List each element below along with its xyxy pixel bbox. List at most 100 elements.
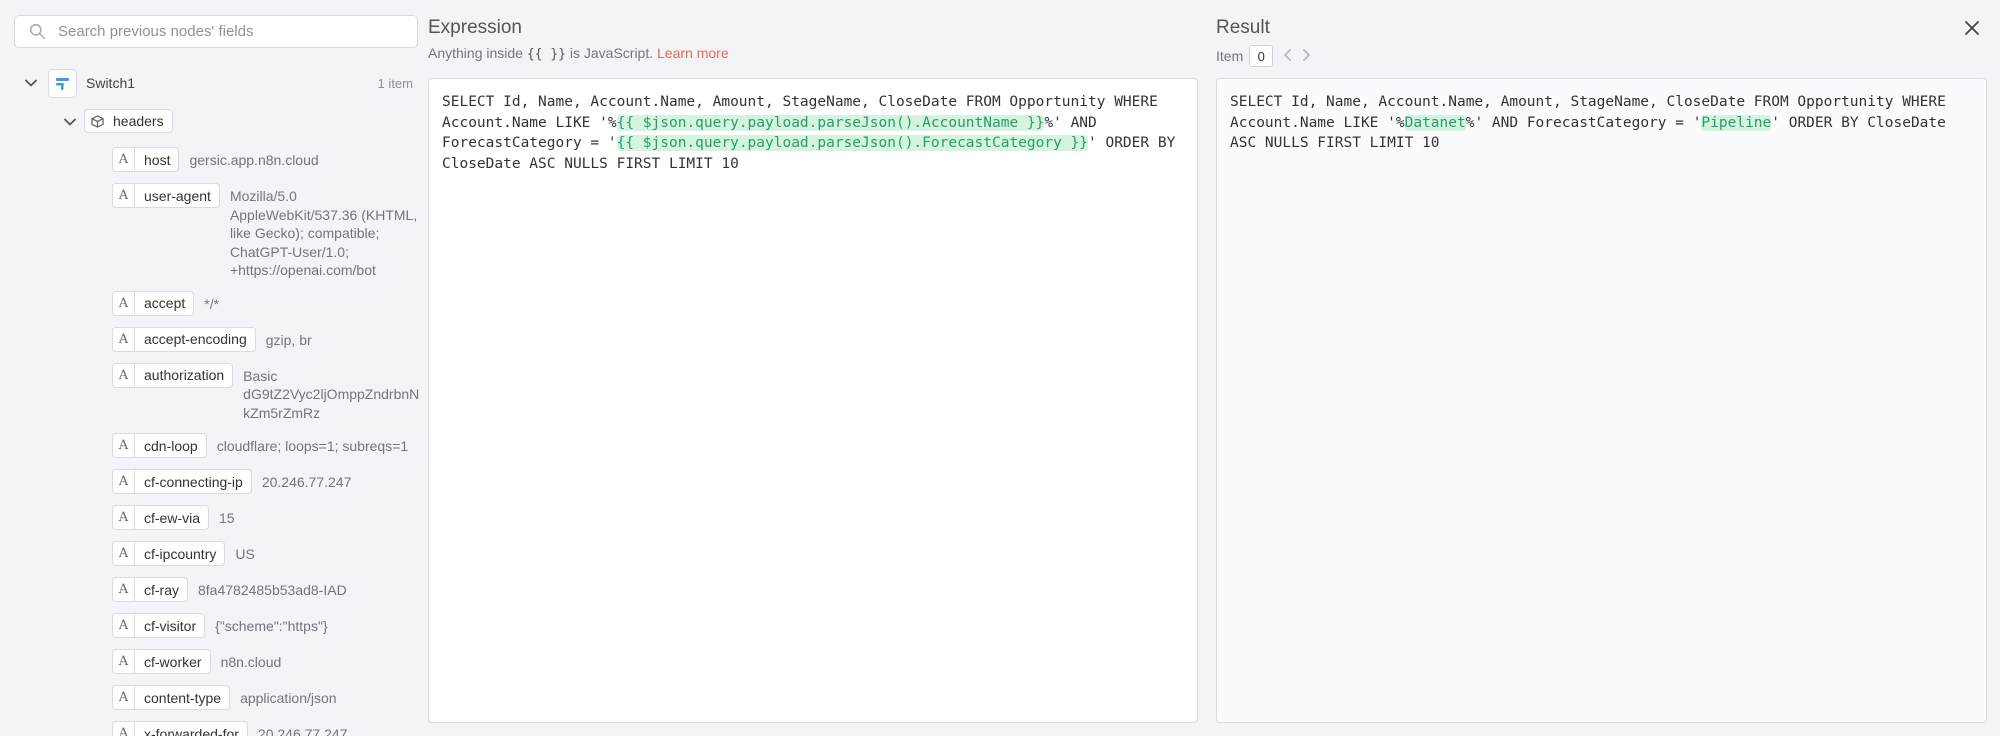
- field-row[interactable]: Auser-agent Mozilla/5.0 AppleWebKit/537.3…: [112, 183, 422, 280]
- expr-resolvable-2: {{ $json.query.payload.parseJson().Forec…: [616, 135, 1089, 151]
- field-key-pill[interactable]: Aaccept-encoding: [112, 326, 256, 352]
- field-key: cdn-loop: [144, 437, 198, 454]
- field-key: cf-ray: [144, 581, 179, 598]
- res-text-2: %' AND ForecastCategory = ': [1465, 114, 1702, 131]
- string-type-icon: A: [113, 434, 135, 457]
- learn-more-link[interactable]: Learn more: [657, 45, 729, 61]
- chevron-down-icon[interactable]: [24, 76, 38, 90]
- hint-suffix: is JavaScript.: [569, 45, 654, 61]
- chevron-left-icon[interactable]: [1283, 48, 1292, 64]
- field-key-pill[interactable]: Aaccept: [112, 290, 195, 316]
- node-name: Switch1: [86, 75, 136, 91]
- field-key-pill[interactable]: Acontent-type: [112, 685, 231, 710]
- field-row[interactable]: Ahost gersic.app.n8n.cloud: [112, 147, 422, 172]
- string-type-icon: A: [113, 506, 135, 529]
- field-key: accept-encoding: [144, 331, 247, 347]
- expression-hint: Anything inside {{ }} is JavaScript. Lea…: [428, 45, 729, 62]
- field-value: Mozilla/5.0 AppleWebKit/537.36 (KHTML, l…: [229, 188, 418, 278]
- item-selector: Item 0: [1216, 45, 1311, 67]
- field-row[interactable]: Aaccept */*: [112, 290, 422, 316]
- field-row[interactable]: Acf-ew-via 15: [112, 505, 422, 530]
- field-key-pill[interactable]: Acf-ipcountry: [112, 541, 226, 566]
- field-row[interactable]: Acf-visitor {"scheme":"https"}: [112, 613, 422, 638]
- field-key: accept: [144, 295, 186, 311]
- field-value: 20.246.77.247: [261, 474, 352, 490]
- hint-prefix: Anything inside: [428, 45, 523, 61]
- field-value: gzip, br: [265, 331, 312, 348]
- field-key-pill[interactable]: Acf-visitor: [112, 613, 206, 638]
- field-value: */*: [204, 295, 220, 312]
- string-type-icon: A: [113, 291, 135, 315]
- field-key: x-forwarded-for: [144, 725, 239, 736]
- field-row[interactable]: Acdn-loop cloudflare; loops=1; subreqs=1: [112, 433, 422, 458]
- field-value: 8fa4782485b53ad8-IAD: [198, 582, 347, 598]
- string-type-icon: A: [113, 542, 135, 565]
- expression-title: Expression: [428, 17, 522, 38]
- string-type-icon: A: [113, 614, 135, 637]
- field-key-pill[interactable]: Auser-agent: [112, 183, 220, 208]
- field-key: content-type: [144, 689, 222, 706]
- search-field[interactable]: [14, 15, 418, 48]
- result-output: SELECT Id, Name, Account.Name, Amount, S…: [1216, 78, 1987, 723]
- field-key-pill[interactable]: Ax-forwarded-for: [112, 721, 248, 736]
- switch-node-icon: [48, 68, 77, 98]
- close-icon[interactable]: [1962, 18, 1982, 38]
- field-value: cloudflare; loops=1; subreqs=1: [216, 438, 409, 454]
- string-type-icon: A: [113, 363, 135, 387]
- field-row[interactable]: Acf-ipcountry US: [112, 541, 422, 566]
- node-item-count: 1 item: [377, 75, 413, 91]
- string-type-icon: A: [113, 184, 135, 207]
- search-icon: [29, 23, 46, 40]
- field-value: {"scheme":"https"}: [215, 618, 328, 634]
- field-key: cf-connecting-ip: [144, 473, 243, 490]
- node-row-switch1[interactable]: Switch1 1 item: [0, 67, 427, 99]
- string-type-icon: A: [113, 722, 135, 736]
- field-value: Basic dG9tZ2Vyc2ljOmppZndrbnNkZm5rZmRz: [243, 367, 420, 421]
- item-index-input[interactable]: 0: [1249, 45, 1274, 67]
- field-key-pill[interactable]: Acf-ew-via: [112, 505, 210, 530]
- field-key-pill[interactable]: Aauthorization: [112, 362, 234, 388]
- field-key-pill[interactable]: Acdn-loop: [112, 433, 207, 458]
- field-row[interactable]: Acf-ray 8fa4782485b53ad8-IAD: [112, 577, 422, 602]
- field-row[interactable]: Aauthorization Basic dG9tZ2Vyc2ljOmppZndr…: [112, 362, 422, 423]
- field-row[interactable]: Acf-connecting-ip 20.246.77.247: [112, 469, 422, 494]
- field-row[interactable]: Acontent-type application/json: [112, 685, 422, 710]
- field-key-pill[interactable]: Acf-ray: [112, 577, 188, 602]
- string-type-icon: A: [113, 686, 135, 709]
- expression-editor[interactable]: SELECT Id, Name, Account.Name, Amount, S…: [428, 78, 1198, 723]
- hint-braces: {{ }}: [526, 47, 566, 62]
- field-key-pill[interactable]: Acf-worker: [112, 649, 211, 674]
- field-row[interactable]: Acf-worker n8n.cloud: [112, 649, 422, 674]
- field-value: US: [235, 546, 255, 562]
- field-row[interactable]: Ax-forwarded-for 20.246.77.247: [112, 721, 422, 736]
- res-value-1: Datanet: [1404, 114, 1466, 131]
- chevron-right-icon[interactable]: [1302, 48, 1311, 64]
- field-key: cf-worker: [144, 653, 202, 670]
- field-key: authorization: [144, 367, 225, 383]
- field-key-pill[interactable]: Ahost: [112, 147, 180, 172]
- field-value: 15: [219, 510, 235, 526]
- field-row[interactable]: Aaccept-encoding gzip, br: [112, 326, 422, 352]
- string-type-icon: A: [113, 327, 135, 351]
- chevron-down-icon[interactable]: [63, 115, 77, 129]
- field-key: host: [144, 151, 171, 168]
- field-key: cf-visitor: [144, 617, 197, 634]
- headers-pill[interactable]: headers: [84, 109, 173, 133]
- headers-label: headers: [113, 113, 164, 129]
- string-type-icon: A: [113, 470, 135, 493]
- headers-row[interactable]: headers: [0, 109, 427, 135]
- field-key-pill[interactable]: Acf-connecting-ip: [112, 469, 252, 494]
- header-fields-list: Ahost gersic.app.n8n.cloud Auser-agent Mozi…: [112, 147, 422, 736]
- string-type-icon: A: [113, 148, 135, 171]
- res-value-2: Pipeline: [1701, 114, 1772, 131]
- field-value: application/json: [240, 690, 337, 706]
- field-key: user-agent: [144, 187, 211, 204]
- search-input[interactable]: [58, 23, 398, 40]
- result-title: Result: [1216, 17, 1270, 38]
- field-value: n8n.cloud: [220, 654, 282, 670]
- cube-icon: [85, 114, 109, 128]
- field-value: gersic.app.n8n.cloud: [189, 152, 319, 168]
- field-key: cf-ew-via: [144, 509, 201, 526]
- field-value: 20.246.77.247: [257, 726, 348, 736]
- input-panel: Switch1 1 item headers Ahost gersic.app.n…: [0, 0, 427, 736]
